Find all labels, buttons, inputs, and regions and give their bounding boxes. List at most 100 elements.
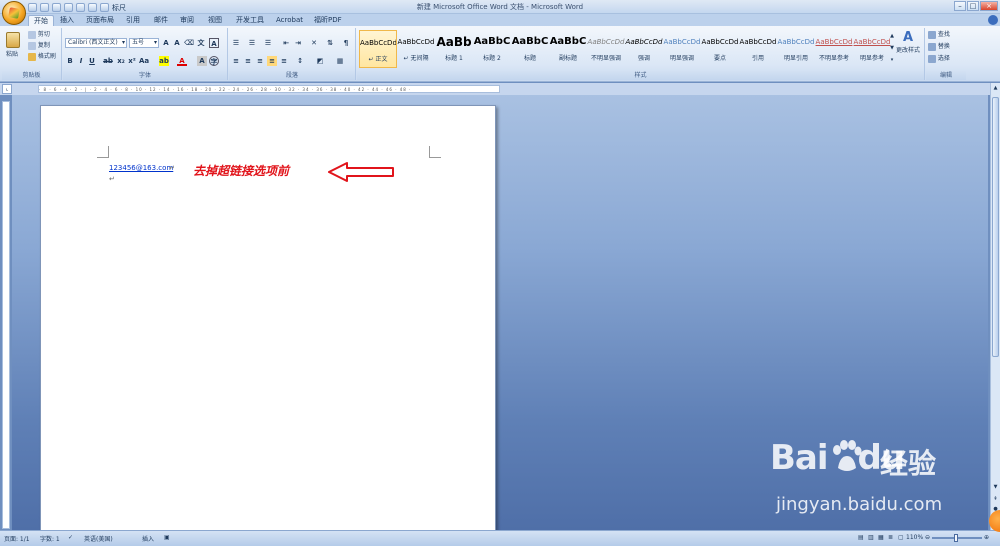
style-gallery-item[interactable]: AaBbCcDd 明显强调 <box>663 30 701 68</box>
style-gallery-item[interactable]: AaBbCcDd 不明显强调 <box>587 30 625 68</box>
zoom-slider[interactable] <box>932 534 982 542</box>
page-count[interactable]: 页面: 1/1 <box>4 534 30 543</box>
zoom-level[interactable]: 110% <box>906 534 923 541</box>
scroll-down-icon[interactable]: ▼ <box>992 483 999 491</box>
style-gallery-item[interactable]: AaBbCcDd 引用 <box>739 30 777 68</box>
view-web-icon[interactable]: ▦ <box>878 534 884 541</box>
change-case-button[interactable]: Aa <box>139 56 149 66</box>
style-gallery-item[interactable]: AaBbCcDd 明显引用 <box>777 30 815 68</box>
language-indicator[interactable]: 英语(美国) <box>84 534 113 543</box>
cut-button[interactable]: 剪切 <box>28 30 50 40</box>
paste-icon[interactable] <box>6 32 20 48</box>
decrease-indent-icon[interactable]: ⇤ <box>281 38 291 48</box>
horizontal-ruler[interactable]: · 8 · 6 · 4 · 2 · | · 2 · 4 · 6 · 8 · 10… <box>38 85 500 93</box>
style-gallery-item[interactable]: AaBbCcDd 明显参考 <box>853 30 891 68</box>
view-outline-icon[interactable]: ≣ <box>888 534 893 541</box>
select-button[interactable]: 选择 <box>928 54 950 64</box>
gallery-down-icon[interactable]: ▼ <box>888 42 896 54</box>
vertical-ruler[interactable] <box>2 101 10 529</box>
style-gallery-item[interactable]: AaBbCcDd ↵ 正文 <box>359 30 397 68</box>
font-size-select[interactable]: 五号 <box>129 38 159 48</box>
increase-indent-icon[interactable]: ⇥ <box>293 38 303 48</box>
multilevel-list-icon[interactable]: ☰ <box>263 38 273 48</box>
scroll-up-icon[interactable]: ▲ <box>992 84 999 92</box>
distribute-icon[interactable]: ≡ <box>279 56 289 66</box>
minimize-button[interactable]: – <box>954 1 966 11</box>
word-count[interactable]: 字数: 1 <box>40 534 60 543</box>
font-color-button[interactable]: A <box>177 56 187 66</box>
style-gallery-item[interactable]: AaBbCcDd 不明显参考 <box>815 30 853 68</box>
copy-button[interactable]: 复制 <box>28 41 50 51</box>
prev-page-icon[interactable]: ⇞ <box>992 495 999 503</box>
clear-format-button[interactable]: ⌫ <box>184 38 194 48</box>
underline-button[interactable]: U <box>87 56 97 66</box>
tab-developer[interactable]: 开发工具 <box>236 15 264 26</box>
view-print-layout-icon[interactable]: ▤ <box>858 534 864 541</box>
find-button[interactable]: 查找 <box>928 30 950 40</box>
office-button[interactable] <box>2 1 26 25</box>
view-draft-icon[interactable]: ▢ <box>898 534 904 541</box>
tab-foxit-pdf[interactable]: 福昕PDF <box>314 15 342 26</box>
style-gallery-item[interactable]: AaBbC 标题 2 <box>473 30 511 68</box>
grow-font-button[interactable]: A <box>161 38 171 48</box>
help-icon[interactable] <box>988 15 998 25</box>
justify-icon[interactable]: ≡ <box>267 56 277 66</box>
style-gallery-item[interactable]: AaBbC 副标题 <box>549 30 587 68</box>
tab-references[interactable]: 引用 <box>126 15 140 26</box>
style-gallery-item[interactable]: AaBbCcDd ↵ 无间隔 <box>397 30 435 68</box>
bold-button[interactable]: B <box>65 56 75 66</box>
char-border-button[interactable]: A <box>209 38 219 48</box>
tab-page-layout[interactable]: 页面布局 <box>86 15 114 26</box>
zoom-out-icon[interactable]: ⊖ <box>925 534 930 541</box>
gallery-more-icon[interactable]: ▾ <box>888 54 896 66</box>
strikethrough-button[interactable]: ab <box>103 56 113 66</box>
vertical-scrollbar[interactable]: ▲ ▼ ⇞ ● ⇟ <box>990 83 1000 530</box>
view-full-screen-icon[interactable]: ▥ <box>868 534 874 541</box>
tab-mailings[interactable]: 邮件 <box>154 15 168 26</box>
tab-acrobat[interactable]: Acrobat <box>276 15 303 26</box>
tab-view[interactable]: 视图 <box>208 15 222 26</box>
close-button[interactable]: × <box>980 1 998 11</box>
style-gallery-item[interactable]: AaBbCcDd 强调 <box>625 30 663 68</box>
paste-button[interactable]: 粘贴 <box>6 50 18 60</box>
italic-button[interactable]: I <box>76 56 86 66</box>
maximize-button[interactable]: □ <box>967 1 979 11</box>
shrink-font-button[interactable]: A <box>172 38 182 48</box>
scrollbar-thumb[interactable] <box>992 97 999 357</box>
tab-insert[interactable]: 插入 <box>60 15 74 26</box>
email-hyperlink[interactable]: 123456@163.com <box>109 164 173 172</box>
document-page[interactable]: 123456@163.com ↵ ↵ 去掉超链接选项前 <box>40 105 496 530</box>
enclose-char-button[interactable]: 字 <box>209 56 219 66</box>
tab-home[interactable]: 开始 <box>28 15 54 26</box>
highlight-button[interactable]: ab <box>159 56 169 66</box>
insert-mode-indicator[interactable]: 插入 <box>142 534 154 543</box>
style-gallery-item[interactable]: AaBbCcDd 要点 <box>701 30 739 68</box>
numbering-icon[interactable]: ☰ <box>247 38 257 48</box>
align-right-icon[interactable]: ≡ <box>255 56 265 66</box>
subscript-button[interactable]: x₂ <box>116 56 126 66</box>
proofing-icon[interactable]: ✓ <box>68 534 73 541</box>
zoom-slider-knob[interactable] <box>954 534 958 542</box>
align-center-icon[interactable]: ≡ <box>243 56 253 66</box>
change-styles-button[interactable]: A 更改样式 <box>896 30 920 54</box>
sort-icon[interactable]: ⇅ <box>325 38 335 48</box>
chinese-layout-icon[interactable]: ✕ <box>309 38 319 48</box>
phonetic-guide-button[interactable]: 文 <box>196 38 206 48</box>
superscript-button[interactable]: x² <box>127 56 137 66</box>
bullets-icon[interactable]: ☰ <box>231 38 241 48</box>
style-gallery-item[interactable]: AaBb 标题 1 <box>435 30 473 68</box>
borders-icon[interactable]: ▦ <box>335 56 345 66</box>
align-left-icon[interactable]: ≡ <box>231 56 241 66</box>
replace-button[interactable]: 替换 <box>928 42 950 52</box>
show-marks-icon[interactable]: ¶ <box>341 38 351 48</box>
gallery-up-icon[interactable]: ▲ <box>888 30 896 42</box>
line-spacing-icon[interactable]: ↕ <box>295 56 305 66</box>
zoom-in-icon[interactable]: ⊕ <box>984 534 989 541</box>
shading-icon[interactable]: ◩ <box>315 56 325 66</box>
font-name-select[interactable]: Calibri (西文正文) <box>65 38 127 48</box>
macro-record-icon[interactable]: ▣ <box>164 534 170 541</box>
style-gallery-item[interactable]: AaBbC 标题 <box>511 30 549 68</box>
format-painter-button[interactable]: 格式刷 <box>28 52 56 62</box>
tab-review[interactable]: 审阅 <box>180 15 194 26</box>
char-shading-button[interactable]: A <box>197 56 207 66</box>
